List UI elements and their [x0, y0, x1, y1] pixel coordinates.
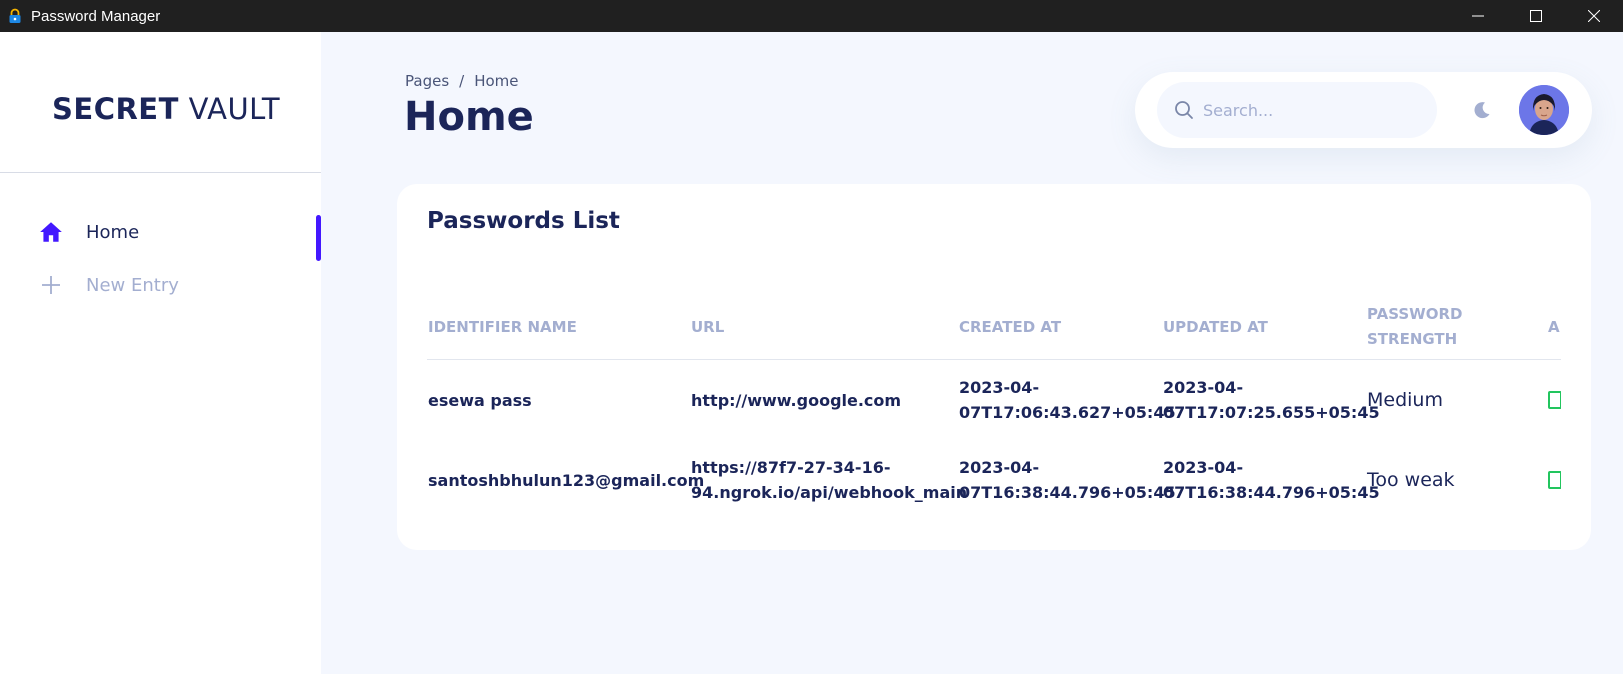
minimize-icon [1472, 15, 1484, 17]
cell-identifier: esewa pass [428, 390, 532, 410]
search-box [1157, 82, 1437, 138]
table-header: IDENTIFIER NAME URL CREATED AT UPDATED A… [427, 294, 1561, 360]
column-header-identifier[interactable]: IDENTIFIER NAME [428, 294, 678, 360]
cell-updated-at: 2023-04-07T16:38:44.796+05:45 [1163, 458, 1380, 502]
sidebar-item-home[interactable]: Home [38, 216, 321, 248]
avatar[interactable] [1519, 85, 1569, 135]
cell-identifier: santoshbhulun123@gmail.com [428, 470, 705, 490]
brand-logo: SECRET VAULT [52, 92, 280, 126]
search-input[interactable] [1203, 100, 1423, 120]
sidebar-divider [0, 172, 321, 173]
active-indicator [316, 215, 321, 261]
minimize-button[interactable] [1449, 0, 1507, 32]
moon-icon[interactable] [1470, 98, 1494, 122]
breadcrumb-current: Home [474, 72, 519, 90]
brand-light: VAULT [188, 92, 281, 126]
edit-icon[interactable] [1548, 471, 1561, 489]
cell-created-at: 2023-04-07T16:38:44.796+05:45 [959, 458, 1176, 502]
header-toolbar [1135, 72, 1592, 148]
breadcrumb-pages[interactable]: Pages [405, 72, 449, 90]
close-button[interactable] [1565, 0, 1623, 32]
cell-updated-at: 2023-04-07T17:07:25.655+05:45 [1163, 378, 1380, 422]
edit-icon[interactable] [1548, 391, 1561, 409]
lock-icon [7, 8, 23, 24]
sidebar-item-label: Home [86, 221, 140, 243]
sidebar-item-label: New Entry [86, 274, 179, 296]
column-header-url[interactable]: URL [691, 294, 951, 360]
table-row[interactable]: esewa pass http://www.google.com 2023-04… [427, 360, 1561, 440]
window-title: Password Manager [31, 7, 161, 25]
column-header-actions[interactable]: A [1548, 294, 1561, 360]
column-header-created[interactable]: CREATED AT [959, 294, 1159, 360]
window-controls [1449, 0, 1623, 32]
passwords-table: IDENTIFIER NAME URL CREATED AT UPDATED A… [427, 294, 1561, 520]
passwords-card: Passwords List IDENTIFIER NAME URL CREAT… [397, 184, 1591, 550]
maximize-button[interactable] [1507, 0, 1565, 32]
breadcrumb: Pages / Home [405, 72, 519, 90]
close-icon [1588, 10, 1600, 22]
table-row[interactable]: santoshbhulun123@gmail.com https://87f7-… [427, 440, 1561, 520]
column-header-updated[interactable]: UPDATED AT [1163, 294, 1363, 360]
sidebar-item-new-entry[interactable]: New Entry [38, 269, 321, 301]
cell-strength: Medium [1367, 388, 1443, 411]
column-header-strength[interactable]: PASSWORD STRENGTH [1367, 294, 1537, 360]
brand-bold: SECRET [52, 92, 179, 126]
cell-strength: Too weak [1367, 468, 1455, 491]
maximize-icon [1530, 10, 1542, 22]
sidebar: SECRET VAULT Home New Entry [0, 32, 321, 674]
breadcrumb-separator: / [459, 72, 465, 90]
window-titlebar: Password Manager [0, 0, 1623, 32]
cell-url: https://87f7-27-34-16-94.ngrok.io/api/we… [691, 458, 968, 502]
card-title: Passwords List [427, 208, 620, 234]
search-icon [1173, 99, 1195, 121]
cell-url: http://www.google.com [691, 390, 902, 410]
page-title: Home [404, 94, 534, 140]
cell-created-at: 2023-04-07T17:06:43.627+05:45 [959, 378, 1176, 422]
cell-actions [1548, 360, 1561, 440]
home-icon [38, 219, 64, 245]
plus-icon [38, 272, 64, 298]
cell-actions [1548, 440, 1561, 520]
